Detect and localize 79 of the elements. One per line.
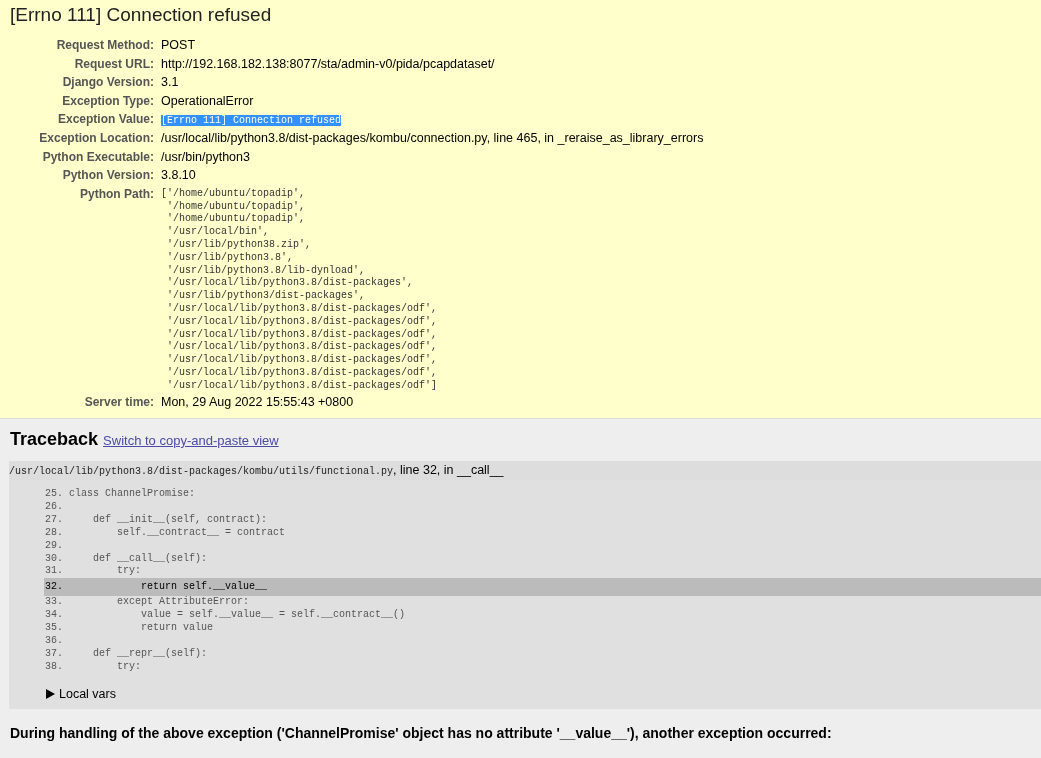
- code-line[interactable]: 28. self.__contract__ = contract: [44, 526, 1041, 540]
- field-label: Python Executable:: [41, 148, 154, 166]
- path-line: '/usr/local/lib/python3.8/dist-packages/odf',: [166, 302, 439, 316]
- line-number: 33.: [44, 596, 64, 610]
- field-label: Exception Location:: [38, 129, 154, 147]
- line-number: 27.: [44, 513, 64, 527]
- path-line: '/usr/local/lib/python3.8/dist-packages/odf']: [166, 379, 439, 393]
- field-value: /usr/local/lib/python3.8/dist-packages/kombu/connection.py, line 465, in _reraise_as_library_errors: [161, 130, 704, 145]
- code-line[interactable]: 38. try:: [44, 660, 1041, 674]
- field-label: Python Path:: [79, 185, 154, 203]
- field-label: Exception Type:: [61, 92, 154, 110]
- code-text: class ChannelPromise:: [69, 488, 196, 501]
- path-line: '/usr/lib/python3.8',: [166, 251, 295, 265]
- code-line[interactable]: 34. value = self.__value__ = self.__contract__(): [44, 609, 1041, 623]
- file-path: /usr/local/lib/python3.8/dist-packages/kombu/utils/functional.py: [9, 466, 394, 477]
- path-line: '/usr/local/lib/python3.8/dist-packages/odf',: [166, 315, 439, 329]
- code-text: try:: [116, 660, 141, 674]
- field-label: Request Method:: [55, 37, 154, 54]
- line-number: 34.: [44, 609, 64, 623]
- line-number: 25.: [44, 488, 64, 501]
- code-line[interactable]: 36.: [44, 635, 1041, 648]
- code-text: def __call__(self):: [92, 552, 208, 566]
- section-heading: Traceback: [10, 429, 99, 449]
- line-number: 29.: [44, 539, 64, 553]
- path-line: '/usr/local/lib/python3.8/dist-packages/odf',: [166, 341, 439, 354]
- field-value: http://192.168.182.138:8077/sta/admin-v0/pida/pcapdataset/: [161, 56, 495, 71]
- line-number: 38.: [44, 660, 64, 674]
- frame-location: , line 32, in __call__: [393, 463, 504, 477]
- field-value: 3.1: [161, 75, 179, 90]
- field-label: Django Version:: [61, 74, 154, 92]
- code-line[interactable]: 33. except AttributeError:: [44, 596, 1041, 610]
- code-text: except AttributeError:: [116, 596, 250, 609]
- code-line[interactable]: 35. return value: [44, 622, 1041, 636]
- field-label: Request URL:: [73, 55, 154, 73]
- line-number: 36.: [44, 635, 64, 648]
- code-text: def __init__(self, contract):: [92, 513, 268, 527]
- code-text: return self.__value__: [140, 580, 268, 595]
- code-line[interactable]: 27. def __init__(self, contract):: [44, 513, 1041, 527]
- path-line: '/usr/local/lib/python3.8/dist-packages/odf',: [166, 328, 439, 341]
- code-line[interactable]: 25. class ChannelPromise:: [44, 488, 1041, 501]
- code-text: try:: [116, 565, 141, 579]
- path-line: '/home/ubuntu/topadip',: [166, 213, 307, 226]
- field-label: Python Version:: [61, 167, 154, 185]
- field-value: 3.8.10: [161, 168, 196, 183]
- path-line: '/usr/local/bin',: [166, 226, 271, 239]
- path-line: '/home/ubuntu/topadip',: [166, 200, 307, 213]
- code-line[interactable]: 29.: [44, 539, 1041, 553]
- line-number: 26.: [44, 500, 64, 514]
- code-text: return value: [140, 622, 214, 636]
- path-line: '/usr/local/lib/python3.8/dist-packages/odf',: [166, 366, 439, 380]
- field-label: Server time:: [83, 393, 154, 411]
- path-line: '/usr/lib/python3.8/lib-dynload',: [166, 264, 367, 277]
- field-value: Mon, 29 Aug 2022 15:55:43 +0800: [161, 394, 354, 409]
- path-line: '/usr/lib/python38.zip',: [166, 238, 313, 252]
- code-text: def __repr__(self):: [92, 647, 208, 661]
- exception-message: During handling of the above exception ('ChannelPromise' object has no attribute '__value__'), another exception occurred:: [9, 725, 833, 741]
- line-number: 32.: [44, 580, 64, 595]
- error-title: [Errno 111] Connection refused: [10, 4, 273, 26]
- copy-paste-link[interactable]: Switch to copy-and-paste view: [103, 433, 279, 448]
- line-number: 31.: [44, 565, 64, 579]
- code-line[interactable]: 30. def __call__(self):: [44, 552, 1041, 566]
- code-line[interactable]: 26.: [44, 500, 1041, 514]
- code-line[interactable]: 37. def __repr__(self):: [44, 647, 1041, 661]
- local-vars-toggle[interactable]: Local vars: [46, 686, 116, 701]
- line-number: 28.: [44, 526, 64, 540]
- field-value: /usr/bin/python3: [161, 149, 250, 164]
- field-value: OperationalError: [161, 93, 254, 108]
- code-text: value = self.__value__ = self.__contract__(): [140, 609, 406, 622]
- field-value: POST: [161, 38, 196, 52]
- path-line: ['/home/ubuntu/topadip',: [161, 187, 307, 201]
- path-line: '/usr/local/lib/python3.8/dist-packages',: [166, 277, 415, 290]
- line-number: 37.: [44, 647, 64, 661]
- line-number: 30.: [44, 552, 64, 566]
- code-line[interactable]: 31. try:: [44, 565, 1041, 579]
- code-text: self.__contract__ = contract: [116, 526, 286, 540]
- line-number: 35.: [44, 622, 64, 636]
- path-line: '/usr/local/lib/python3.8/dist-packages/odf',: [166, 354, 439, 367]
- field-label: Exception Value:: [56, 111, 154, 129]
- path-line: '/usr/lib/python3/dist-packages',: [166, 290, 367, 303]
